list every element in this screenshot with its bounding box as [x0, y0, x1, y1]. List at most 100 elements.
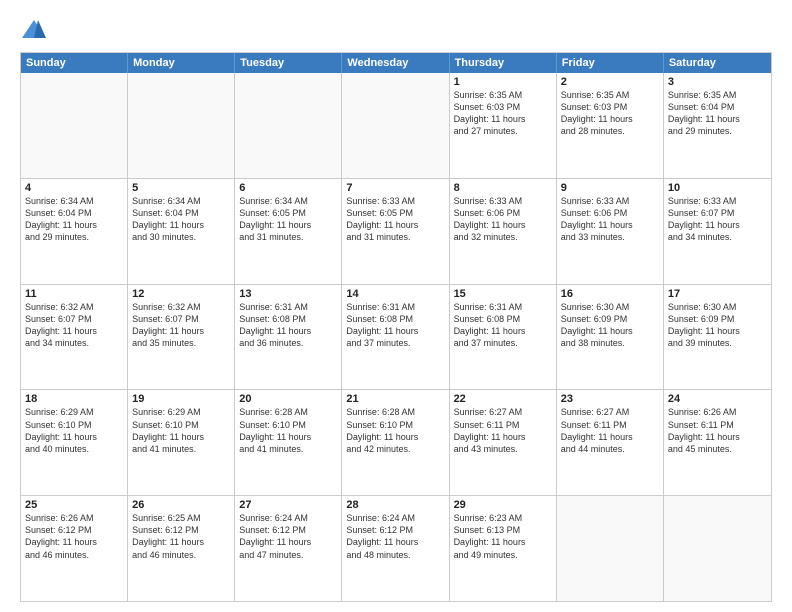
empty-cell: [21, 73, 128, 178]
calendar-cell: 13Sunrise: 6:31 AMSunset: 6:08 PMDayligh…: [235, 285, 342, 390]
calendar-row: 1Sunrise: 6:35 AMSunset: 6:03 PMDaylight…: [21, 73, 771, 178]
logo-icon: [20, 16, 48, 44]
calendar-cell: 29Sunrise: 6:23 AMSunset: 6:13 PMDayligh…: [450, 496, 557, 601]
calendar-cell: 22Sunrise: 6:27 AMSunset: 6:11 PMDayligh…: [450, 390, 557, 495]
day-number: 2: [561, 76, 659, 88]
day-number: 9: [561, 182, 659, 194]
calendar-cell: 12Sunrise: 6:32 AMSunset: 6:07 PMDayligh…: [128, 285, 235, 390]
day-number: 25: [25, 499, 123, 511]
day-number: 13: [239, 288, 337, 300]
empty-cell: [557, 496, 664, 601]
day-number: 20: [239, 393, 337, 405]
cell-info: Sunrise: 6:33 AMSunset: 6:06 PMDaylight:…: [561, 195, 659, 244]
calendar-cell: 1Sunrise: 6:35 AMSunset: 6:03 PMDaylight…: [450, 73, 557, 178]
cell-info: Sunrise: 6:28 AMSunset: 6:10 PMDaylight:…: [239, 406, 337, 455]
weekday-header: Wednesday: [342, 53, 449, 73]
day-number: 4: [25, 182, 123, 194]
calendar-cell: 24Sunrise: 6:26 AMSunset: 6:11 PMDayligh…: [664, 390, 771, 495]
calendar-cell: 23Sunrise: 6:27 AMSunset: 6:11 PMDayligh…: [557, 390, 664, 495]
cell-info: Sunrise: 6:28 AMSunset: 6:10 PMDaylight:…: [346, 406, 444, 455]
day-number: 17: [668, 288, 767, 300]
calendar-cell: 16Sunrise: 6:30 AMSunset: 6:09 PMDayligh…: [557, 285, 664, 390]
day-number: 12: [132, 288, 230, 300]
day-number: 1: [454, 76, 552, 88]
weekday-header: Saturday: [664, 53, 771, 73]
cell-info: Sunrise: 6:24 AMSunset: 6:12 PMDaylight:…: [346, 512, 444, 561]
cell-info: Sunrise: 6:29 AMSunset: 6:10 PMDaylight:…: [25, 406, 123, 455]
day-number: 19: [132, 393, 230, 405]
cell-info: Sunrise: 6:35 AMSunset: 6:03 PMDaylight:…: [561, 89, 659, 138]
cell-info: Sunrise: 6:35 AMSunset: 6:03 PMDaylight:…: [454, 89, 552, 138]
calendar-cell: 2Sunrise: 6:35 AMSunset: 6:03 PMDaylight…: [557, 73, 664, 178]
calendar-cell: 14Sunrise: 6:31 AMSunset: 6:08 PMDayligh…: [342, 285, 449, 390]
cell-info: Sunrise: 6:33 AMSunset: 6:07 PMDaylight:…: [668, 195, 767, 244]
logo: [20, 16, 52, 44]
calendar-cell: 9Sunrise: 6:33 AMSunset: 6:06 PMDaylight…: [557, 179, 664, 284]
day-number: 11: [25, 288, 123, 300]
cell-info: Sunrise: 6:23 AMSunset: 6:13 PMDaylight:…: [454, 512, 552, 561]
weekday-header: Tuesday: [235, 53, 342, 73]
calendar-cell: 18Sunrise: 6:29 AMSunset: 6:10 PMDayligh…: [21, 390, 128, 495]
day-number: 7: [346, 182, 444, 194]
cell-info: Sunrise: 6:33 AMSunset: 6:05 PMDaylight:…: [346, 195, 444, 244]
weekday-header: Thursday: [450, 53, 557, 73]
cell-info: Sunrise: 6:27 AMSunset: 6:11 PMDaylight:…: [454, 406, 552, 455]
calendar-cell: 20Sunrise: 6:28 AMSunset: 6:10 PMDayligh…: [235, 390, 342, 495]
empty-cell: [128, 73, 235, 178]
cell-info: Sunrise: 6:26 AMSunset: 6:12 PMDaylight:…: [25, 512, 123, 561]
day-number: 10: [668, 182, 767, 194]
calendar-cell: 26Sunrise: 6:25 AMSunset: 6:12 PMDayligh…: [128, 496, 235, 601]
empty-cell: [235, 73, 342, 178]
day-number: 14: [346, 288, 444, 300]
calendar-cell: 6Sunrise: 6:34 AMSunset: 6:05 PMDaylight…: [235, 179, 342, 284]
day-number: 16: [561, 288, 659, 300]
day-number: 22: [454, 393, 552, 405]
calendar-cell: 4Sunrise: 6:34 AMSunset: 6:04 PMDaylight…: [21, 179, 128, 284]
empty-cell: [342, 73, 449, 178]
day-number: 28: [346, 499, 444, 511]
day-number: 6: [239, 182, 337, 194]
calendar-cell: 19Sunrise: 6:29 AMSunset: 6:10 PMDayligh…: [128, 390, 235, 495]
cell-info: Sunrise: 6:24 AMSunset: 6:12 PMDaylight:…: [239, 512, 337, 561]
calendar-cell: 5Sunrise: 6:34 AMSunset: 6:04 PMDaylight…: [128, 179, 235, 284]
day-number: 27: [239, 499, 337, 511]
calendar-row: 18Sunrise: 6:29 AMSunset: 6:10 PMDayligh…: [21, 389, 771, 495]
cell-info: Sunrise: 6:25 AMSunset: 6:12 PMDaylight:…: [132, 512, 230, 561]
calendar-cell: 3Sunrise: 6:35 AMSunset: 6:04 PMDaylight…: [664, 73, 771, 178]
calendar-cell: 21Sunrise: 6:28 AMSunset: 6:10 PMDayligh…: [342, 390, 449, 495]
day-number: 24: [668, 393, 767, 405]
cell-info: Sunrise: 6:35 AMSunset: 6:04 PMDaylight:…: [668, 89, 767, 138]
cell-info: Sunrise: 6:33 AMSunset: 6:06 PMDaylight:…: [454, 195, 552, 244]
calendar-body: 1Sunrise: 6:35 AMSunset: 6:03 PMDaylight…: [21, 73, 771, 601]
weekday-header: Friday: [557, 53, 664, 73]
calendar: SundayMondayTuesdayWednesdayThursdayFrid…: [20, 52, 772, 602]
cell-info: Sunrise: 6:34 AMSunset: 6:05 PMDaylight:…: [239, 195, 337, 244]
cell-info: Sunrise: 6:31 AMSunset: 6:08 PMDaylight:…: [454, 301, 552, 350]
calendar-row: 11Sunrise: 6:32 AMSunset: 6:07 PMDayligh…: [21, 284, 771, 390]
day-number: 18: [25, 393, 123, 405]
cell-info: Sunrise: 6:30 AMSunset: 6:09 PMDaylight:…: [668, 301, 767, 350]
day-number: 15: [454, 288, 552, 300]
cell-info: Sunrise: 6:31 AMSunset: 6:08 PMDaylight:…: [239, 301, 337, 350]
page-header: [20, 16, 772, 44]
cell-info: Sunrise: 6:29 AMSunset: 6:10 PMDaylight:…: [132, 406, 230, 455]
day-number: 26: [132, 499, 230, 511]
calendar-row: 25Sunrise: 6:26 AMSunset: 6:12 PMDayligh…: [21, 495, 771, 601]
calendar-cell: 10Sunrise: 6:33 AMSunset: 6:07 PMDayligh…: [664, 179, 771, 284]
cell-info: Sunrise: 6:26 AMSunset: 6:11 PMDaylight:…: [668, 406, 767, 455]
calendar-cell: 17Sunrise: 6:30 AMSunset: 6:09 PMDayligh…: [664, 285, 771, 390]
calendar-header: SundayMondayTuesdayWednesdayThursdayFrid…: [21, 53, 771, 73]
day-number: 3: [668, 76, 767, 88]
calendar-cell: 7Sunrise: 6:33 AMSunset: 6:05 PMDaylight…: [342, 179, 449, 284]
weekday-header: Sunday: [21, 53, 128, 73]
day-number: 23: [561, 393, 659, 405]
cell-info: Sunrise: 6:34 AMSunset: 6:04 PMDaylight:…: [132, 195, 230, 244]
cell-info: Sunrise: 6:34 AMSunset: 6:04 PMDaylight:…: [25, 195, 123, 244]
weekday-header: Monday: [128, 53, 235, 73]
cell-info: Sunrise: 6:32 AMSunset: 6:07 PMDaylight:…: [132, 301, 230, 350]
cell-info: Sunrise: 6:30 AMSunset: 6:09 PMDaylight:…: [561, 301, 659, 350]
cell-info: Sunrise: 6:32 AMSunset: 6:07 PMDaylight:…: [25, 301, 123, 350]
day-number: 29: [454, 499, 552, 511]
day-number: 21: [346, 393, 444, 405]
calendar-cell: 27Sunrise: 6:24 AMSunset: 6:12 PMDayligh…: [235, 496, 342, 601]
